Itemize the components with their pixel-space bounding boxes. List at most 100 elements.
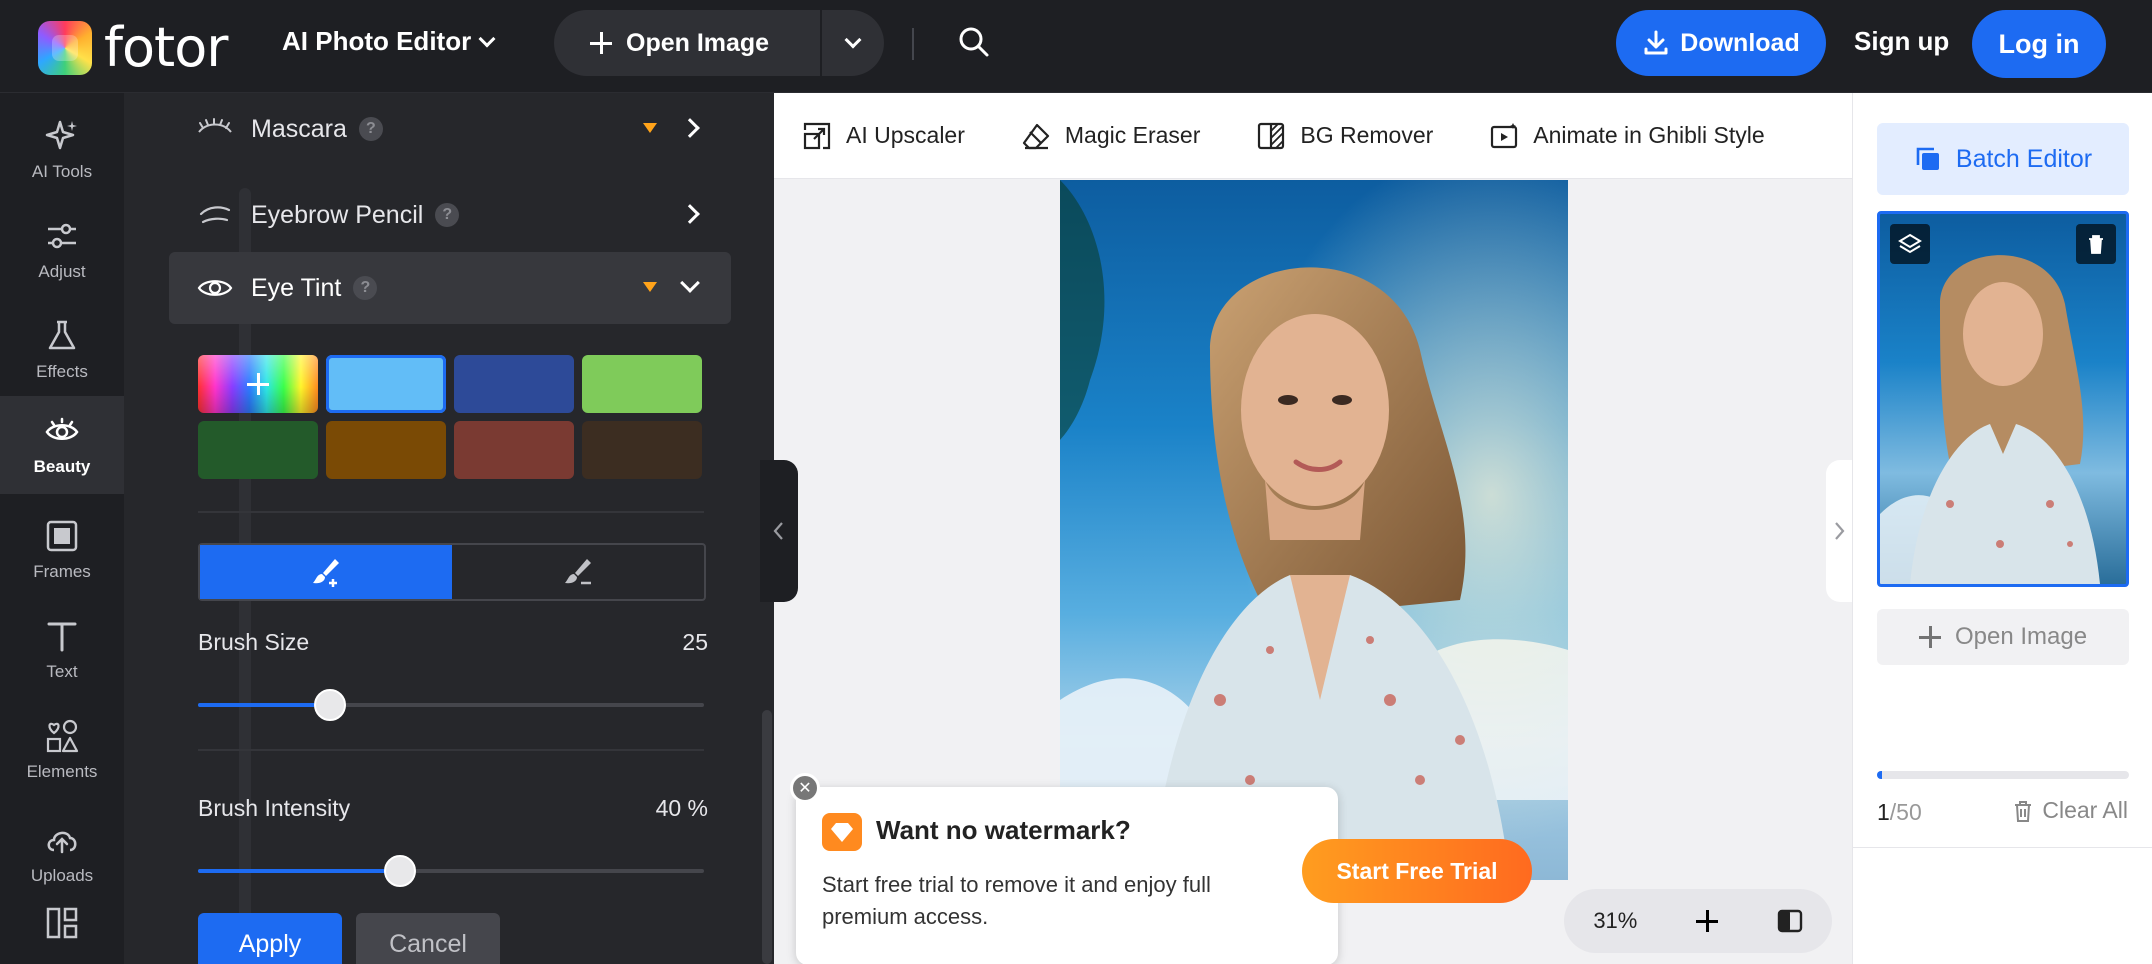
help-icon[interactable]: ? — [353, 276, 377, 300]
row-mascara[interactable]: Mascara ? — [169, 93, 731, 165]
brush-mode-toggle — [198, 543, 706, 601]
swatch-color[interactable] — [582, 355, 702, 413]
rail-item-ai-tools[interactable]: AI Tools — [0, 101, 124, 199]
brush-add-mode[interactable] — [200, 545, 452, 599]
panel-scrollbar-thumb[interactable] — [762, 710, 772, 964]
image-thumbnail[interactable] — [1877, 211, 2129, 587]
tool-animate-ghibli[interactable]: Animate in Ghibli Style — [1489, 121, 1764, 151]
trash-icon[interactable] — [2076, 224, 2116, 264]
brush-size-slider-thumb[interactable] — [314, 689, 346, 721]
tool-ai-upscaler[interactable]: AI Upscaler — [802, 121, 965, 151]
brush-size-slider[interactable] — [198, 703, 704, 707]
watermark-promo: ✕ Want no watermark? Start free trial to… — [796, 787, 1338, 964]
batch-progress-fill — [1877, 771, 1882, 779]
rail-label: Beauty — [34, 457, 91, 477]
zoom-controls: 31% — [1564, 889, 1832, 953]
chevron-down-icon — [845, 32, 862, 49]
mascara-icon — [195, 114, 235, 144]
open-image-dropdown[interactable] — [820, 10, 884, 76]
cancel-button[interactable]: Cancel — [356, 913, 500, 964]
download-icon — [1642, 29, 1670, 57]
open-image-label: Open Image — [626, 29, 769, 58]
pro-diamond-icon — [643, 282, 657, 292]
header-divider — [912, 28, 914, 60]
help-icon[interactable]: ? — [435, 203, 459, 227]
rail-label: Elements — [27, 762, 98, 782]
left-rail: AI Tools Adjust Effects Beauty Frames Te… — [0, 93, 124, 964]
rail-label: AI Tools — [32, 162, 92, 182]
promo-text: Start free trial to remove it and enjoy … — [822, 869, 1272, 933]
fotor-logo[interactable]: fotor — [38, 16, 227, 79]
help-icon[interactable]: ? — [359, 117, 383, 141]
eyebrow-icon — [195, 200, 235, 230]
compare-icon[interactable] — [1777, 908, 1803, 934]
open-image-button-secondary[interactable]: Open Image — [1877, 609, 2129, 665]
swatch-color[interactable] — [326, 421, 446, 479]
tool-label: AI Upscaler — [846, 122, 965, 149]
row-eye-tint[interactable]: Eye Tint ? — [169, 252, 731, 324]
swatch-color[interactable] — [454, 355, 574, 413]
swatch-color[interactable] — [582, 421, 702, 479]
tool-label: BG Remover — [1300, 122, 1433, 149]
eye-icon — [44, 413, 80, 449]
chevron-right-icon — [1832, 520, 1846, 542]
collapse-right-panel-button[interactable] — [1826, 460, 1852, 602]
search-icon[interactable] — [958, 26, 990, 58]
batch-icon — [1914, 145, 1942, 173]
brush-intensity-slider-thumb[interactable] — [384, 855, 416, 887]
product-menu[interactable]: AI Photo Editor — [282, 26, 493, 57]
panel-divider — [198, 511, 704, 513]
row-label: Mascara — [251, 115, 347, 144]
chevron-left-icon — [772, 520, 786, 542]
zoom-in-icon[interactable] — [1696, 910, 1718, 932]
download-button[interactable]: Download — [1616, 10, 1826, 76]
row-eyebrow-pencil[interactable]: Eyebrow Pencil ? — [169, 179, 731, 251]
swatch-color[interactable] — [326, 355, 446, 413]
start-free-trial-button[interactable]: Start Free Trial — [1302, 839, 1532, 903]
brush-minus-icon — [561, 555, 595, 589]
frame-icon — [44, 518, 80, 554]
brush-size-value: 25 — [682, 629, 708, 656]
rail-label: Text — [46, 662, 77, 682]
zoom-level[interactable]: 31% — [1593, 908, 1637, 934]
rail-item-more[interactable] — [0, 905, 124, 955]
sparkle-icon — [44, 118, 80, 154]
logo-text: fotor — [104, 16, 227, 79]
rail-item-effects[interactable]: Effects — [0, 301, 124, 399]
upscale-icon — [802, 121, 832, 151]
login-button[interactable]: Log in — [1972, 10, 2106, 78]
rail-item-beauty[interactable]: Beauty — [0, 396, 124, 494]
photo-artwork — [1060, 180, 1568, 880]
plus-icon — [590, 32, 612, 54]
edited-photo[interactable] — [1060, 180, 1568, 880]
brush-intensity-value: 40 % — [656, 795, 708, 822]
signup-link[interactable]: Sign up — [1854, 26, 1949, 57]
layers-icon[interactable] — [1890, 224, 1930, 264]
close-icon[interactable]: ✕ — [790, 773, 820, 803]
swatch-color[interactable] — [198, 421, 318, 479]
clear-all-button[interactable]: Clear All — [2012, 797, 2128, 824]
brush-size-label: Brush Size — [198, 629, 309, 656]
rail-item-adjust[interactable]: Adjust — [0, 201, 124, 299]
batch-editor-label: Batch Editor — [1956, 145, 2092, 174]
tool-magic-eraser[interactable]: Magic Eraser — [1021, 121, 1200, 151]
open-image-group: Open Image — [554, 10, 884, 76]
open-image-button[interactable]: Open Image — [554, 10, 820, 76]
rail-item-elements[interactable]: Elements — [0, 701, 124, 799]
rail-label: Effects — [36, 362, 88, 382]
rail-item-text[interactable]: Text — [0, 601, 124, 699]
rail-item-uploads[interactable]: Uploads — [0, 805, 124, 903]
tool-bg-remover[interactable]: BG Remover — [1256, 121, 1433, 151]
swatch-custom-color[interactable] — [198, 355, 318, 413]
open-image-label: Open Image — [1955, 623, 2087, 651]
apply-button[interactable]: Apply — [198, 913, 342, 964]
brush-intensity-slider[interactable] — [198, 869, 704, 873]
collapse-panel-button[interactable] — [760, 460, 798, 602]
swatch-color[interactable] — [454, 421, 574, 479]
brush-erase-mode[interactable] — [452, 545, 704, 599]
brush-size-slider-fill — [198, 703, 330, 707]
top-header: fotor AI Photo Editor Open Image Downloa… — [0, 0, 2152, 93]
batch-editor-button[interactable]: Batch Editor — [1877, 123, 2129, 195]
plus-icon — [1919, 626, 1941, 648]
rail-item-frames[interactable]: Frames — [0, 501, 124, 599]
